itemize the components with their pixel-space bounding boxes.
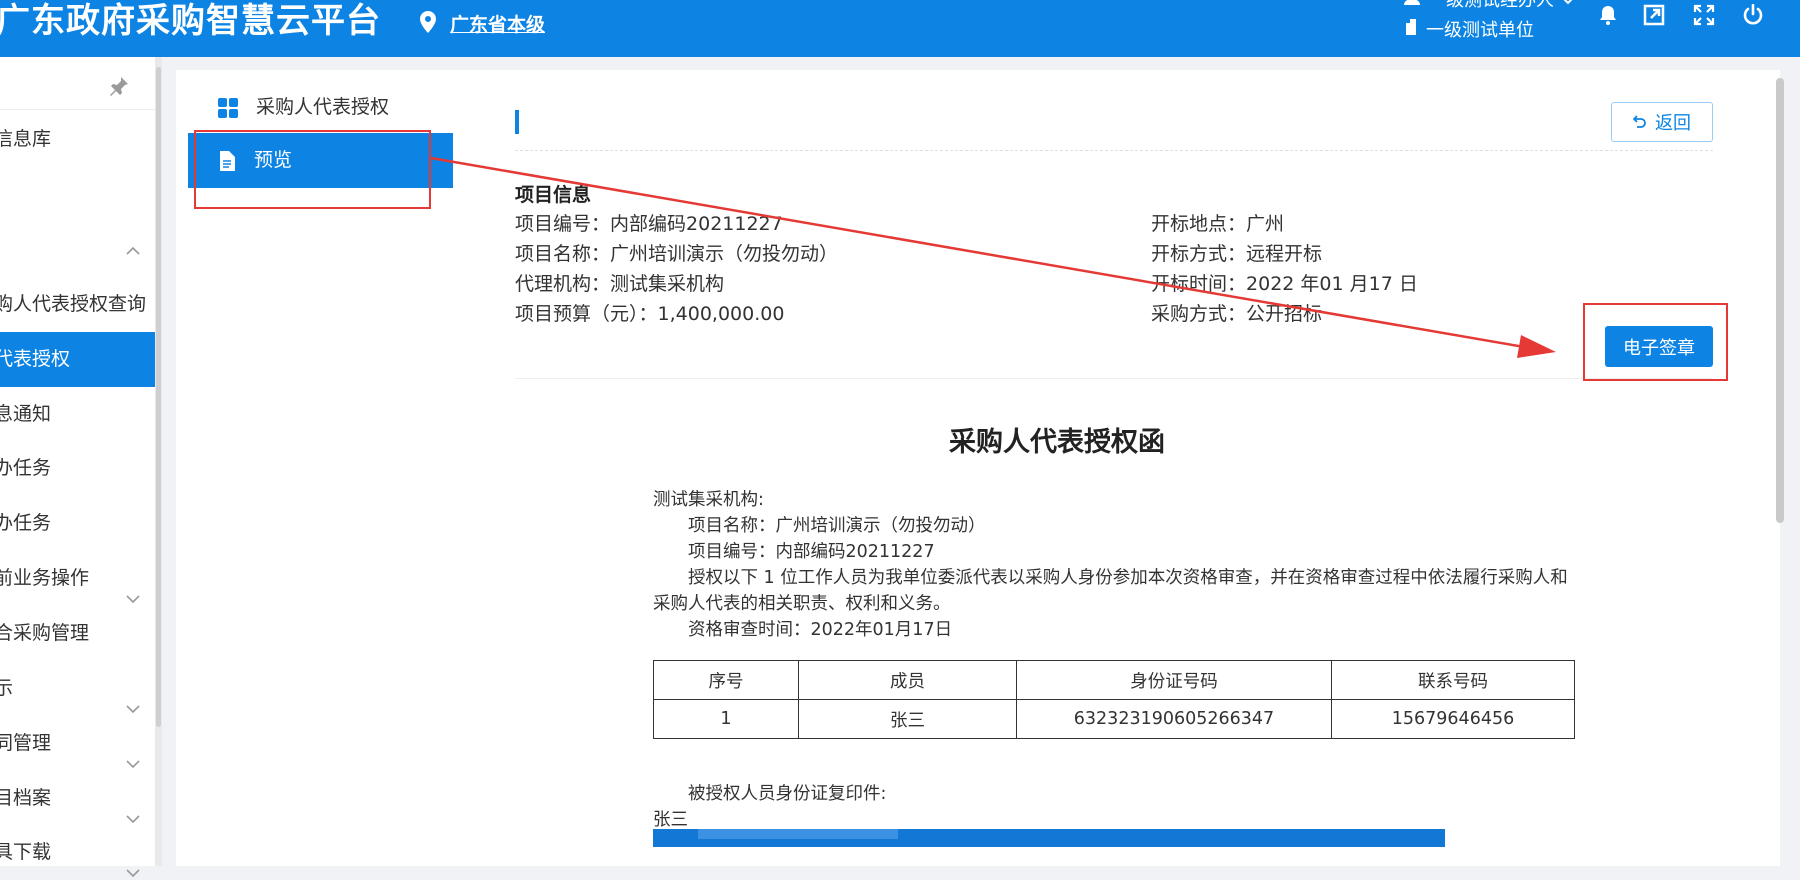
annotation-box-sign: [1583, 303, 1728, 381]
sidebar-item-label: 示: [0, 677, 14, 699]
letter-project-number: 项目编号：内部编码20211227: [688, 542, 935, 562]
sidebar-item-done-tasks[interactable]: 办任务: [0, 496, 155, 551]
letter-addressee: 测试集采机构:: [653, 490, 764, 510]
sidebar: 信息库 购人代表授权查询 代表授权 息通知 办任务 办任务 前业务操作 合采购管…: [0, 57, 156, 878]
bell-icon[interactable]: [1597, 4, 1619, 26]
sidebar-item-project-archive[interactable]: 目档案: [0, 771, 155, 826]
region-name[interactable]: 广东省本级: [450, 10, 545, 37]
user-icon: [1404, 0, 1420, 10]
sidebar-item-label: 同管理: [0, 732, 52, 754]
table-cell: 1: [653, 699, 799, 739]
location-pin-icon: [420, 10, 436, 37]
chevron-down-icon[interactable]: [126, 736, 140, 771]
sidebar-item-bidding[interactable]: 示: [0, 661, 155, 716]
sidebar-item-label: 合采购管理: [0, 622, 90, 644]
letter-body-line1: 授权以下 1 位工作人员为我单位委派代表以采购人身份参加本次资格审查，并在资格审…: [688, 568, 1568, 588]
agency-name: 代理机构：测试集采机构: [515, 273, 725, 295]
subnav-label: 采购人代表授权: [256, 96, 390, 118]
procurement-method: 采购方式：公开招标: [1151, 303, 1323, 325]
back-button-label: 返回: [1655, 113, 1691, 134]
top-header: 广东政府采购智慧云平台 广东省本级 一级测试经办人 一级测试单位: [0, 0, 1800, 57]
user-menu[interactable]: 一级测试经办人 一级测试单位: [1400, 0, 1572, 57]
sidebar-item-contract-management[interactable]: 同管理: [0, 716, 155, 771]
chevron-up-icon[interactable]: [126, 240, 140, 259]
sidebar-item-joint-procurement[interactable]: 合采购管理: [0, 606, 155, 661]
table-row: 1 张三 632323190605266347 15679646456: [653, 699, 1575, 739]
building-icon: [1404, 18, 1418, 40]
table-cell: 15679646456: [1331, 699, 1575, 739]
id-card-image-detail: [698, 829, 898, 839]
info-divider: [515, 378, 1713, 379]
letter-review-time: 资格审查时间：2022年01月17日: [688, 620, 953, 640]
platform-title: 广东政府采购智慧云平台: [0, 1, 381, 41]
id-copy-label: 被授权人员身份证复印件:: [688, 784, 887, 804]
bid-location: 开标地点：广州: [1151, 213, 1285, 235]
sidebar-item-label: 具下载: [0, 841, 52, 863]
letter-body-line2: 采购人代表的相关职责、权利和义务。: [653, 594, 951, 614]
user-name[interactable]: 一级测试经办人: [1428, 0, 1554, 12]
id-card-image: [653, 829, 1445, 847]
table-cell: 632323190605266347: [1016, 699, 1332, 739]
fullscreen-icon[interactable]: [1693, 4, 1715, 26]
table-header-cell: 序号: [653, 660, 799, 700]
project-name: 项目名称：广州培训演示（勿投勿动）: [515, 243, 839, 265]
sidebar-divider: [0, 109, 155, 110]
table-header-cell: 身份证号码: [1016, 660, 1332, 700]
sidebar-item-info-library[interactable]: 信息库: [0, 112, 155, 167]
chevron-down-icon[interactable]: [126, 571, 140, 606]
letter-project-name: 项目名称：广州培训演示（勿投勿动）: [688, 516, 986, 536]
sidebar-item-label: 办任务: [0, 512, 52, 534]
table-header-row: 序号 成员 身份证号码 联系号码: [653, 660, 1575, 700]
chevron-down-icon[interactable]: [126, 681, 140, 716]
grid-icon: [218, 97, 238, 118]
sidebar-item-rep-auth[interactable]: 代表授权: [0, 332, 155, 387]
table-header-cell: 成员: [798, 660, 1017, 700]
back-button[interactable]: 返回: [1611, 102, 1713, 142]
project-number: 项目编号：内部编码20211227: [515, 213, 783, 235]
annotation-box-preview: [194, 130, 431, 209]
sidebar-scrollbar[interactable]: [155, 57, 162, 866]
sidebar-item-pre-business[interactable]: 前业务操作: [0, 551, 155, 606]
letter-title: 采购人代表授权函: [949, 427, 1165, 458]
project-budget: 项目预算（元）：1,400,000.00: [515, 303, 785, 325]
chevron-down-icon[interactable]: [126, 791, 140, 826]
chevron-down-icon[interactable]: [1562, 0, 1574, 10]
chevron-down-icon[interactable]: [126, 845, 140, 880]
sidebar-item-label: 前业务操作: [0, 567, 90, 589]
sidebar-scrollbar-thumb[interactable]: [156, 67, 161, 727]
return-icon: [1632, 112, 1647, 133]
power-icon[interactable]: [1742, 3, 1764, 26]
sidebar-item-label: 信息库: [0, 128, 52, 150]
authorized-person: 张三: [653, 810, 688, 830]
header-divider: [515, 150, 1713, 151]
section-accent-bar: [515, 110, 519, 134]
bid-method: 开标方式：远程开标: [1151, 243, 1323, 265]
members-table: 序号 成员 身份证号码 联系号码 1 张三 632323190605266347…: [653, 660, 1575, 739]
project-info-heading: 项目信息: [515, 184, 592, 206]
table-header-cell: 联系号码: [1331, 660, 1575, 700]
org-name: 一级测试单位: [1426, 20, 1534, 41]
region-selector[interactable]: 广东省本级: [420, 10, 545, 37]
sidebar-item-rep-auth-query[interactable]: 购人代表授权查询: [0, 277, 155, 332]
pin-icon[interactable]: [108, 75, 130, 101]
table-cell: 张三: [798, 699, 1017, 739]
sidebar-item-label: 目档案: [0, 787, 52, 809]
sidebar-item-label: 购人代表授权查询: [0, 293, 147, 315]
subnav-item-rep-auth[interactable]: 采购人代表授权: [188, 80, 453, 135]
sidebar-item-label: 代表授权: [0, 348, 71, 370]
bid-time: 开标时间：2022 年01 月17 日: [1151, 273, 1418, 295]
external-window-icon[interactable]: [1643, 4, 1665, 26]
sidebar-item-tool-download[interactable]: 具下载: [0, 825, 155, 880]
